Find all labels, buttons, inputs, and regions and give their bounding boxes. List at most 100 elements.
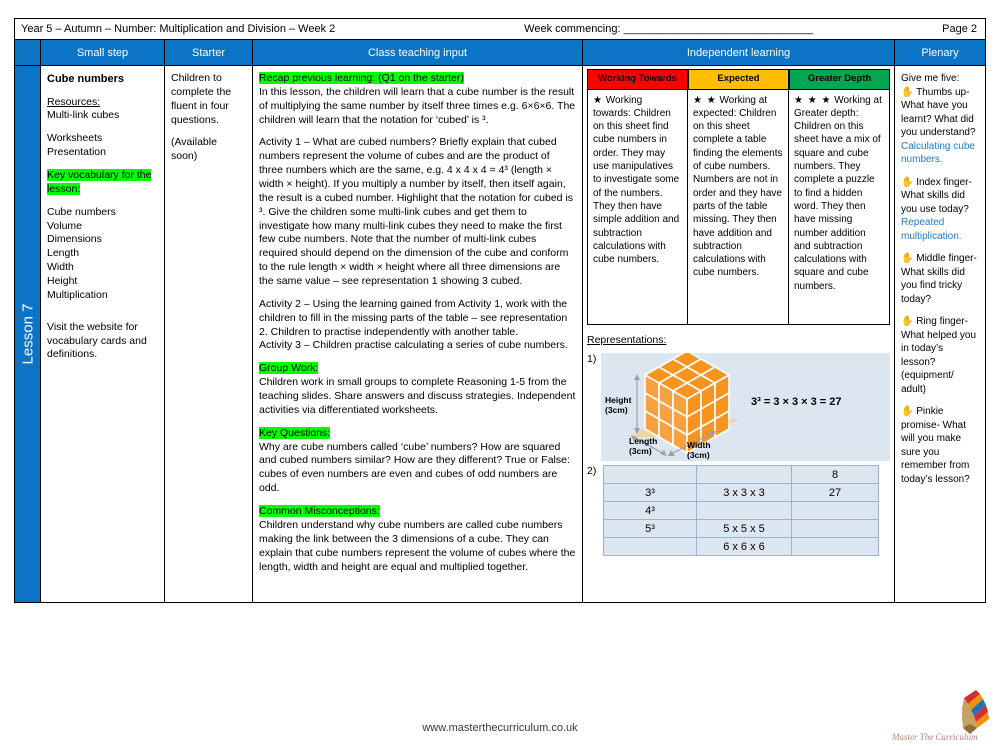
- table-row: 4³: [603, 501, 879, 521]
- lesson-intro-text: In this lesson, the children will learn …: [259, 85, 576, 126]
- plenary-question: Pinkie promise- What will you make sure …: [901, 406, 970, 485]
- level-heading: Expected: [688, 69, 789, 90]
- height-value: (3cm): [605, 405, 628, 416]
- table-cell: 4³: [603, 501, 697, 521]
- table-cell: 27: [791, 483, 879, 503]
- footer-url[interactable]: www.masterthecurriculum.co.uk: [0, 722, 1000, 734]
- activity-2-text: Activity 2 – Using the learning gained f…: [259, 297, 568, 338]
- cube-height-label: Height (3cm): [605, 396, 631, 416]
- representation-1-number: 1): [587, 353, 597, 366]
- level-description: Children on this sheet complete a table …: [693, 107, 783, 279]
- hand-icon: ✋: [901, 406, 917, 417]
- resource-item: Worksheets: [47, 132, 103, 145]
- plenary-item: ✋ Pinkie promise- What will you make sur…: [901, 405, 979, 486]
- lesson-number-tab: Lesson 7: [15, 66, 41, 602]
- website-note: Visit the website for vocabulary cards a…: [47, 320, 147, 361]
- plenary-item: ✋ Ring finger- What helped you in today’…: [901, 315, 979, 396]
- level-body: ★ ★ ★ Working at Greater depth: Children…: [789, 89, 890, 325]
- misconceptions-highlight: Common Misconceptions:: [259, 505, 380, 518]
- representation-1: 1) Height (3cm) Length (3cm) Width (3cm)…: [587, 353, 890, 462]
- key-questions-highlight: Key Questions:: [259, 426, 331, 439]
- lesson-number-label: Lesson 7: [19, 303, 36, 365]
- starter-instruction: Children to complete the fluent in four …: [171, 72, 232, 126]
- vocab-item: Volume: [47, 219, 83, 232]
- vocab-item: Cube numbers: [47, 205, 116, 218]
- cube-equation: 3³ = 3 × 3 × 3 = 27: [751, 396, 842, 409]
- table-cell: [603, 537, 697, 557]
- recap-label: Recap previous learning: (Q1 on the star…: [259, 72, 576, 86]
- misconceptions-text: Children understand why cube numbers are…: [259, 518, 576, 573]
- plenary-items-list: ✋ Thumbs up- What have you learnt? What …: [901, 86, 979, 487]
- table-cell: 5 x 5 x 5: [696, 519, 792, 539]
- table-cell: 5³: [603, 519, 697, 539]
- level-column-working-towards: Working Towards ★ Working towards: Child…: [587, 69, 688, 325]
- header-plenary: Plenary: [895, 40, 985, 65]
- table-cell: [696, 501, 792, 521]
- master-the-curriculum-logo: Master The Curriculum: [891, 690, 989, 742]
- cube-numbers-table: 8 3³ 3 x 3 x 3 27 4³ 5³ 5 x 5 x 56 x 6 x 6: [603, 465, 879, 557]
- length-value: (3cm): [629, 446, 652, 457]
- level-column-greater-depth: Greater Depth ★ ★ ★ Working at Greater d…: [789, 69, 890, 325]
- cube-length-label: Length (3cm): [629, 437, 657, 457]
- plenary-item: ✋ Middle finger- What skills did you fin…: [901, 252, 979, 306]
- key-questions-label: Key Questions:: [259, 426, 576, 441]
- svg-text:Master The Curriculum: Master The Curriculum: [891, 732, 978, 742]
- week-commencing-field[interactable]: Week commencing: _______________________…: [335, 23, 942, 35]
- representations-label: Representations:: [587, 333, 667, 346]
- width-value: (3cm): [687, 450, 710, 461]
- group-work-label: Group Work:: [259, 362, 576, 376]
- activity-3-text: Activity 3 – Children practise calculati…: [259, 339, 568, 352]
- level-heading: Working Towards: [587, 69, 688, 90]
- table-cell: 6 x 6 x 6: [696, 537, 792, 557]
- table-row: 5³ 5 x 5 x 5: [603, 519, 879, 539]
- level-heading: Greater Depth: [789, 69, 890, 90]
- plenary-item: ✋ Thumbs up- What have you learnt? What …: [901, 86, 979, 167]
- header-independent-learning: Independent learning: [583, 40, 895, 65]
- misconceptions-label: Common Misconceptions:: [259, 505, 576, 519]
- hand-icon: ✋: [901, 316, 917, 327]
- table-cell: [696, 465, 792, 485]
- table-row: 8: [603, 465, 879, 485]
- plenary-intro: Give me five:: [901, 73, 960, 84]
- vocab-item: Width: [47, 261, 74, 274]
- table-cell: 3 x 3 x 3: [696, 483, 792, 503]
- height-text: Height: [605, 395, 632, 406]
- activity-1-text: Activity 1 – What are cubed numbers? Bri…: [259, 136, 574, 288]
- lesson-tab-header: [15, 40, 41, 65]
- representation-2: 2) 8 3³ 3 x 3 x 3 27 4³ 5³ 5 x 5 x 56 x 6 x 6: [587, 465, 890, 557]
- table-row: 6 x 6 x 6: [603, 537, 879, 557]
- table-row: 3³ 3 x 3 x 3 27: [603, 483, 879, 503]
- table-cell: [791, 501, 879, 521]
- vocab-item: Height: [47, 274, 78, 287]
- level-body: ★ Working towards: Children on this shee…: [587, 89, 688, 325]
- recap-highlight: Recap previous learning: (Q1 on the star…: [259, 72, 464, 84]
- plenary-answer: Repeated multiplication.: [901, 217, 962, 242]
- group-work-highlight: Group Work:: [259, 362, 319, 375]
- plenary-answer: Calculating cube numbers.: [901, 140, 975, 166]
- plenary-cell: Give me five: ✋ Thumbs up- What have you…: [895, 66, 985, 602]
- width-text: Width: [687, 440, 711, 451]
- page-number: Page 2: [942, 23, 977, 35]
- starter-availability: (Available soon): [171, 136, 217, 163]
- resource-item: Multi-link cubes: [47, 109, 120, 122]
- lesson-content-row: Lesson 7 Cube numbers Resources: Multi-l…: [14, 66, 986, 603]
- group-work-text: Children work in small groups to complet…: [259, 376, 576, 416]
- column-header-row: Small step Starter Class teaching input …: [14, 40, 986, 66]
- page-title: Year 5 – Autumn – Number: Multiplication…: [21, 23, 336, 35]
- differentiation-columns: Working Towards ★ Working towards: Child…: [587, 69, 890, 325]
- level-description: Children on this sheet find cube numbers…: [593, 107, 680, 266]
- plenary-item: ✋ Index finger- What skills did you use …: [901, 176, 979, 244]
- class-teaching-input-cell: Recap previous learning: (Q1 on the star…: [253, 66, 583, 602]
- key-vocabulary-label: Key vocabulary for the lesson:: [47, 168, 158, 197]
- hand-icon: ✋: [901, 86, 917, 98]
- level-body: ★ ★ Working at expected: Children on thi…: [688, 89, 789, 325]
- level-column-expected: Expected ★ ★ Working at expected: Childr…: [688, 69, 789, 325]
- small-step-cell: Cube numbers Resources: Multi-link cubes…: [41, 66, 165, 602]
- resource-item: Presentation: [47, 146, 106, 159]
- cube-diagram: Height (3cm) Length (3cm) Width (3cm) 3³…: [601, 353, 890, 462]
